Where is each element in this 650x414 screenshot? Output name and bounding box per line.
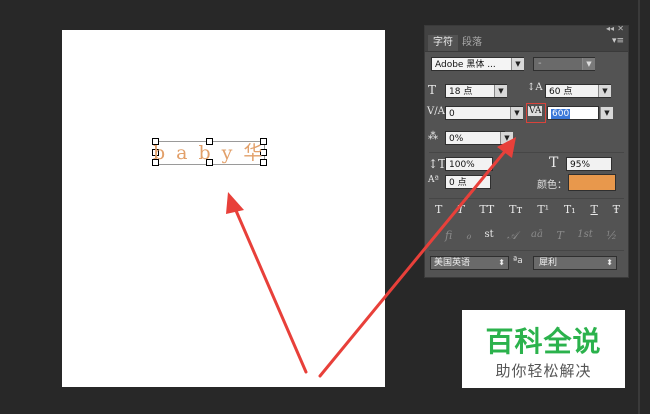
watermark-title: 百科全说	[485, 325, 602, 358]
arrow-head	[226, 192, 244, 214]
arrow-head	[497, 137, 516, 158]
arrow-to-text	[232, 204, 308, 374]
watermark-logo: 百科全说 助你轻松解决	[462, 310, 625, 388]
watermark-subtitle: 助你轻松解决	[495, 362, 592, 380]
